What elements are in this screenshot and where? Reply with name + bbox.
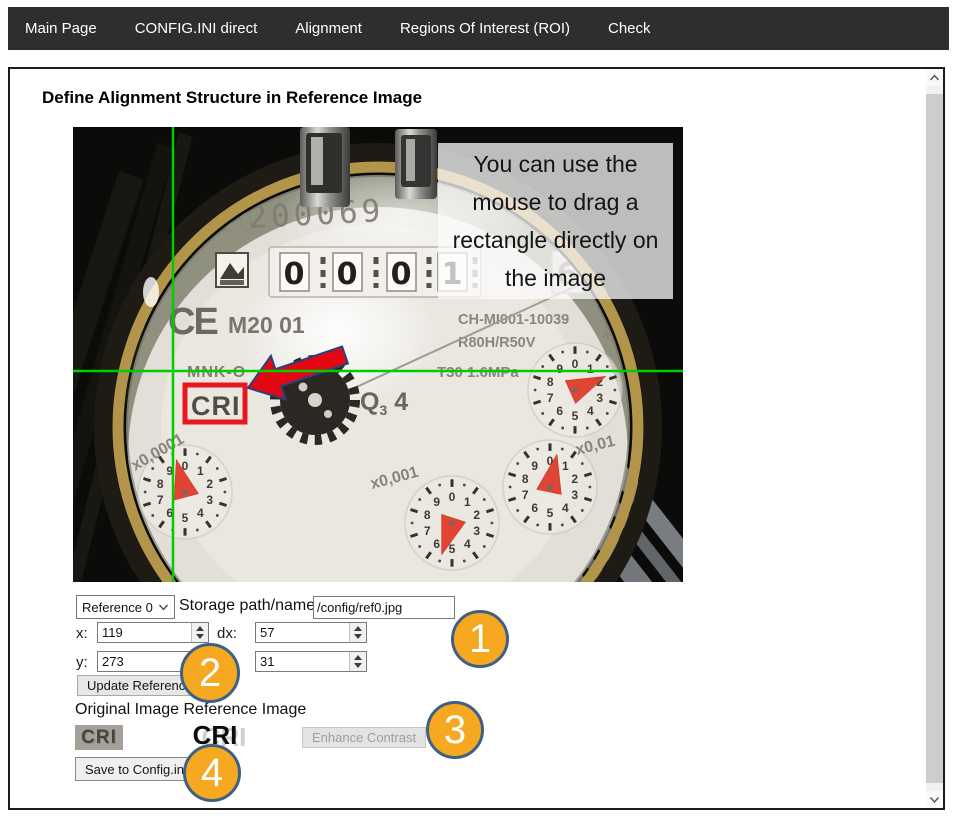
chevron-up-icon (929, 74, 940, 82)
svg-text:1: 1 (562, 459, 569, 473)
nav-roi[interactable]: Regions Of Interest (ROI) (400, 20, 570, 37)
svg-text:7: 7 (157, 493, 164, 507)
svg-text:4: 4 (464, 537, 471, 551)
content-frame: Define Alignment Structure in Reference … (8, 67, 945, 810)
drag-hint-overlay: You can use the mouse to drag a rectangl… (438, 143, 673, 299)
register-pictogram-bar (220, 280, 244, 285)
reference-image-canvas[interactable]: 2020 200069 (73, 127, 683, 582)
register-digit-2: 0 (337, 257, 358, 292)
page-title: Define Alignment Structure in Reference … (42, 88, 422, 108)
svg-text:9: 9 (531, 459, 538, 473)
x-input-wrap (97, 622, 209, 643)
reference-image-label: Reference Image (184, 701, 307, 718)
vertical-scrollbar[interactable] (926, 69, 943, 808)
svg-text:9: 9 (556, 362, 563, 376)
reference-select[interactable]: Reference 0 (76, 595, 175, 619)
svg-text:7: 7 (522, 488, 529, 502)
spin-down-icon[interactable] (196, 634, 204, 639)
chevron-down-icon (929, 796, 940, 804)
svg-text:5: 5 (572, 409, 579, 423)
spin-up-icon[interactable] (354, 626, 362, 631)
svg-text:0: 0 (449, 490, 456, 504)
svg-text:3: 3 (473, 524, 480, 538)
svg-text:4: 4 (587, 404, 594, 418)
frame-inner: Define Alignment Structure in Reference … (10, 69, 926, 808)
rating-text: T30 1.6MPa (437, 364, 519, 381)
x-spinner[interactable] (191, 623, 208, 642)
svg-text:8: 8 (157, 477, 164, 491)
svg-text:9: 9 (433, 495, 440, 509)
dx-label: dx: (217, 625, 237, 642)
register-digit-1: 0 (284, 257, 305, 292)
ce-mark: CE (168, 301, 217, 343)
scroll-down-button[interactable] (926, 791, 943, 808)
svg-text:1: 1 (464, 495, 471, 509)
svg-text:1: 1 (587, 362, 594, 376)
svg-text:8: 8 (547, 375, 554, 389)
approval-text: M20 01 (228, 312, 305, 338)
svg-text:3: 3 (571, 488, 578, 502)
nav-main-page[interactable]: Main Page (25, 20, 97, 37)
x-label: x: (76, 625, 88, 642)
svg-text:4: 4 (197, 506, 204, 520)
svg-text:8: 8 (522, 472, 529, 486)
scrollbar-thumb[interactable] (926, 94, 943, 783)
thumb-labels: Original Image Reference Image (75, 701, 306, 719)
roi-crop-text: CRI (191, 391, 241, 421)
save-to-config-button[interactable]: Save to Config.ini (75, 757, 197, 781)
nav-config-ini[interactable]: CONFIG.INI direct (135, 20, 258, 37)
storage-path-input[interactable] (313, 596, 455, 619)
chevron-down-icon (158, 604, 169, 611)
svg-text:1: 1 (197, 464, 204, 478)
reference-select-value: Reference 0 (82, 600, 153, 615)
register-digit-3: 0 (391, 257, 412, 292)
nav-check[interactable]: Check (608, 20, 651, 37)
svg-text:3: 3 (206, 493, 213, 507)
svg-text:7: 7 (424, 524, 431, 538)
spin-down-icon[interactable] (354, 634, 362, 639)
brass-glint (143, 277, 159, 307)
annotation-badge-3: 3 (426, 701, 484, 759)
spin-up-icon[interactable] (196, 626, 204, 631)
svg-text:5: 5 (182, 511, 189, 525)
svg-text:3: 3 (596, 391, 603, 405)
original-image-thumb: CRI (75, 725, 123, 750)
storage-path-label: Storage path/name: (179, 597, 320, 615)
svg-text:6: 6 (556, 404, 563, 418)
top-nav: Main Page CONFIG.INI direct Alignment Re… (8, 7, 949, 50)
annotation-badge-2: 2 (180, 643, 240, 703)
spin-up-icon[interactable] (354, 655, 362, 660)
annotation-badge-1: 1 (451, 610, 509, 668)
dy-input-wrap (255, 651, 367, 672)
svg-text:8: 8 (424, 508, 431, 522)
svg-text:4: 4 (562, 501, 569, 515)
svg-text:6: 6 (531, 501, 538, 515)
y-label: y: (76, 654, 88, 671)
brand-text: MNK-O (187, 364, 246, 381)
dy-spinner[interactable] (349, 652, 366, 671)
annotation-badge-4: 4 (183, 744, 241, 802)
dx-input-wrap (255, 622, 367, 643)
nav-alignment[interactable]: Alignment (295, 20, 362, 37)
svg-text:2: 2 (473, 508, 480, 522)
dx-spinner[interactable] (349, 623, 366, 642)
svg-text:7: 7 (547, 391, 554, 405)
scroll-up-button[interactable] (926, 69, 943, 86)
svg-text:5: 5 (547, 506, 554, 520)
svg-text:6: 6 (433, 537, 440, 551)
svg-text:0: 0 (572, 357, 579, 371)
svg-text:2: 2 (571, 472, 578, 486)
spin-down-icon[interactable] (354, 663, 362, 668)
svg-text:2: 2 (206, 477, 213, 491)
enhance-contrast-button[interactable]: Enhance Contrast (302, 727, 426, 748)
spec-text: R80H/R50V (458, 335, 536, 351)
original-image-label: Original Image (75, 701, 179, 718)
